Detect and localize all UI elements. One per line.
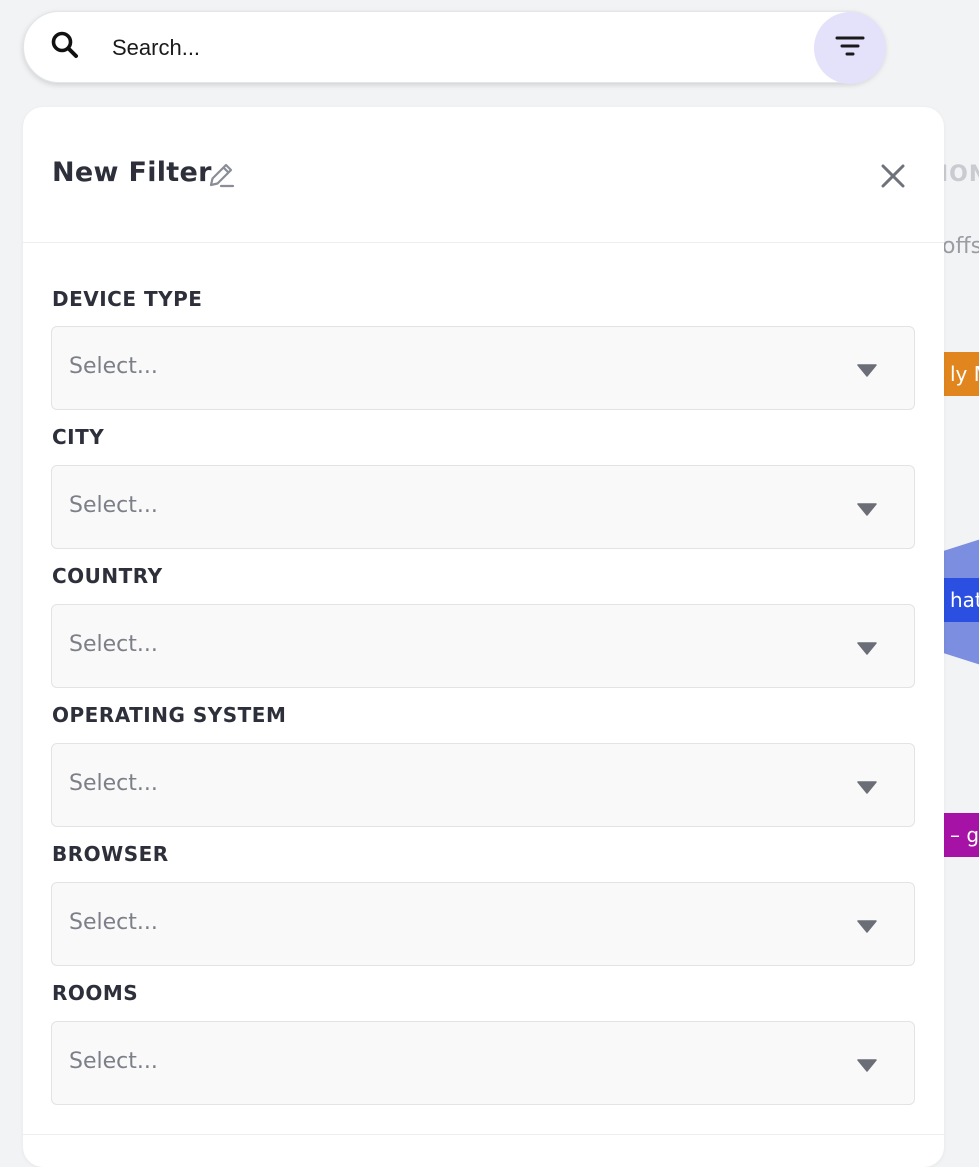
operating-system-label: OPERATING SYSTEM: [52, 703, 287, 727]
browser-label: BROWSER: [52, 842, 169, 866]
background-heading: ION: [940, 162, 979, 187]
panel-title: New Filter: [52, 157, 212, 188]
pencil-icon[interactable]: [207, 161, 235, 189]
close-icon[interactable]: [879, 162, 907, 190]
search-bar: [23, 11, 886, 84]
chevron-down-icon: [857, 363, 877, 377]
background-tag-purple: – g: [942, 813, 979, 857]
filter-icon: [835, 34, 865, 63]
select-placeholder: Select...: [69, 910, 158, 935]
chevron-down-icon: [857, 919, 877, 933]
search-icon[interactable]: [50, 30, 80, 60]
chevron-down-icon: [857, 641, 877, 655]
rooms-label: ROOMS: [52, 981, 139, 1005]
operating-system-select[interactable]: Select...: [51, 743, 915, 827]
select-placeholder: Select...: [69, 354, 158, 379]
panel-header: New Filter: [23, 107, 944, 243]
panel-footer-divider: [23, 1134, 944, 1135]
device-type-select[interactable]: Select...: [51, 326, 915, 410]
background-tag-orange: ly M: [942, 352, 979, 396]
select-placeholder: Select...: [69, 632, 158, 657]
chevron-down-icon: [857, 502, 877, 516]
background-subtext: offs: [942, 234, 979, 259]
search-input[interactable]: [110, 26, 804, 70]
city-select[interactable]: Select...: [51, 465, 915, 549]
select-placeholder: Select...: [69, 493, 158, 518]
filter-toggle-button[interactable]: [814, 12, 886, 84]
rooms-select[interactable]: Select...: [51, 1021, 915, 1105]
filter-panel: New Filter DEVICE TYPE Select... CITY Se…: [23, 107, 944, 1167]
city-label: CITY: [52, 425, 105, 449]
country-label: COUNTRY: [52, 564, 163, 588]
select-placeholder: Select...: [69, 771, 158, 796]
device-type-label: DEVICE TYPE: [52, 287, 203, 311]
country-select[interactable]: Select...: [51, 604, 915, 688]
chevron-down-icon: [857, 1058, 877, 1072]
select-placeholder: Select...: [69, 1049, 158, 1074]
browser-select[interactable]: Select...: [51, 882, 915, 966]
background-tag-blue: hat: [942, 578, 979, 622]
chevron-down-icon: [857, 780, 877, 794]
